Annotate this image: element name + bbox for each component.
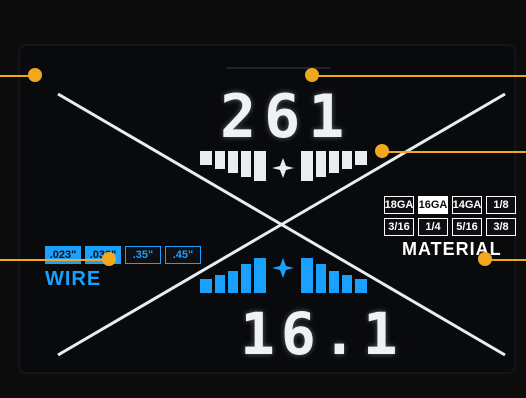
wire-label: WIRE	[45, 268, 102, 290]
material-thickness-grid[interactable]: 18GA 16GA 14GA 1/8 3/16 1/4 5/16 3/8	[384, 196, 516, 236]
material-option[interactable]: 1/4	[418, 218, 448, 236]
annotation-dot	[305, 68, 319, 82]
annotation-line	[0, 259, 109, 261]
wire-size-selector[interactable]: .023" .030" .35" .45"	[45, 246, 201, 264]
top-meter-segment	[228, 151, 238, 173]
bottom-meter-segment	[301, 258, 313, 293]
top-bar-meter	[200, 151, 367, 181]
top-meter-segment	[200, 151, 212, 165]
wire-size-option[interactable]: .35"	[125, 246, 161, 264]
bottom-meter-segment	[254, 258, 266, 293]
material-option[interactable]: 1/8	[486, 196, 516, 214]
material-option[interactable]: 5/16	[452, 218, 482, 236]
material-option[interactable]: 3/16	[384, 218, 414, 236]
bottom-meter-segment	[355, 279, 367, 293]
annotation-line	[382, 151, 526, 153]
top-meter-segment	[241, 151, 251, 177]
bottom-meter-segment	[228, 271, 238, 293]
top-value-display: 261	[220, 82, 353, 152]
bottom-meter-segment	[241, 264, 251, 293]
annotation-line	[312, 75, 526, 77]
wire-size-option[interactable]: .023"	[45, 246, 81, 264]
annotation-dot	[102, 252, 116, 266]
annotation-dot	[375, 144, 389, 158]
top-meter-segment	[301, 151, 313, 181]
top-meter-segment	[215, 151, 225, 169]
top-meter-segment	[342, 151, 352, 169]
wire-size-option[interactable]: .45"	[165, 246, 201, 264]
bottom-meter-segment	[200, 279, 212, 293]
top-meter-segment	[254, 151, 266, 181]
bottom-meter-segment	[316, 264, 326, 293]
material-option[interactable]: 14GA	[452, 196, 482, 214]
annotation-dot	[478, 252, 492, 266]
bottom-meter-segment	[215, 275, 225, 293]
material-option[interactable]: 18GA	[384, 196, 414, 214]
material-option[interactable]: 3/8	[486, 218, 516, 236]
bottom-value-display: 16.1	[240, 300, 404, 368]
bottom-meter-segment	[329, 271, 339, 293]
top-meter-segment	[316, 151, 326, 177]
material-option[interactable]: 16GA	[418, 196, 448, 214]
star-icon	[272, 158, 294, 178]
bottom-bar-meter	[200, 258, 367, 293]
bottom-meter-segment	[342, 275, 352, 293]
top-meter-segment	[355, 151, 367, 165]
annotation-dot	[28, 68, 42, 82]
top-meter-segment	[329, 151, 339, 173]
star-icon	[272, 258, 294, 278]
